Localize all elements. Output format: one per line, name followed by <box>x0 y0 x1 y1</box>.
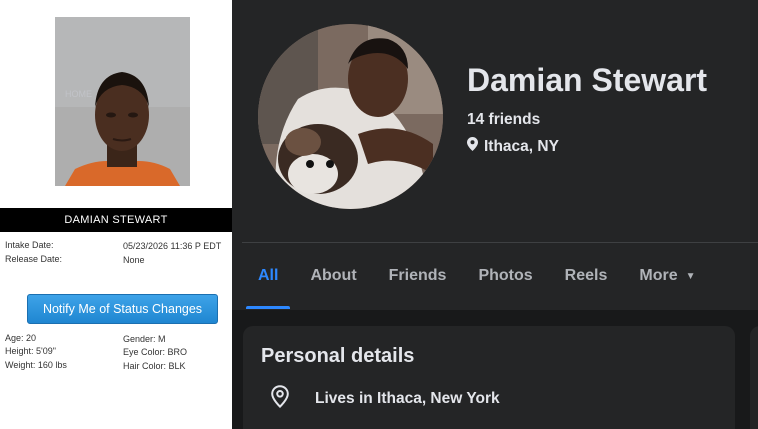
personal-details-card: Personal details Lives in Ithaca, New Yo… <box>243 326 735 429</box>
tab-all[interactable]: All <box>242 243 294 309</box>
eye-color-field: Eye Color: BRO <box>123 347 188 357</box>
profile-avatar[interactable] <box>258 24 443 209</box>
mugshot-photo: HOME <box>55 17 190 186</box>
tab-all-label: All <box>258 267 279 284</box>
tab-friends-label: Friends <box>388 267 447 284</box>
gender-field: Gender: M <box>123 334 166 344</box>
release-date-label: Release Date: <box>5 254 63 264</box>
lives-in-text[interactable]: Lives in Ithaca, New York <box>315 390 500 408</box>
svg-text:HOME: HOME <box>65 89 92 99</box>
intake-date-label: Intake Date: <box>5 240 54 250</box>
tab-about[interactable]: About <box>294 243 372 309</box>
tab-photos-label: Photos <box>478 267 533 284</box>
intake-date-value: 05/23/2026 11:36 P EDT <box>123 241 222 251</box>
personal-details-title: Personal details <box>261 345 415 367</box>
tab-more-label: More <box>639 267 678 284</box>
age-field: Age: 20 <box>5 333 37 343</box>
height-field: Height: 5'09" <box>5 346 56 356</box>
profile-name: Damian Stewart <box>467 62 708 98</box>
notify-status-changes-button[interactable]: Notify Me of Status Changes <box>27 294 218 324</box>
lives-in-row: Lives in Ithaca, New York <box>271 385 500 413</box>
tab-reels-label: Reels <box>564 267 608 284</box>
location-pin-icon <box>467 137 478 156</box>
hair-color-field: Hair Color: BLK <box>123 361 186 371</box>
adjacent-card-edge <box>750 326 758 429</box>
tab-more[interactable]: More ▼ <box>623 243 711 309</box>
caret-down-icon: ▼ <box>685 270 696 282</box>
tab-about-label: About <box>310 267 357 284</box>
location-text: Ithaca, NY <box>484 137 559 155</box>
profile-location: Ithaca, NY <box>467 137 559 156</box>
inmate-name-bar: DAMIAN STEWART <box>0 208 232 232</box>
friends-count-link[interactable]: 14 friends <box>467 111 540 129</box>
map-pin-outline-icon <box>271 385 289 413</box>
weight-field: Weight: 160 lbs <box>5 360 67 370</box>
profile-tabs: All About Friends Photos Reels More ▼ <box>242 243 712 309</box>
tab-reels[interactable]: Reels <box>549 243 624 309</box>
inmate-record-panel: HOME DAMIAN STEWART Intake Date: 05/23/2… <box>0 0 232 429</box>
tab-friends[interactable]: Friends <box>373 243 463 309</box>
tab-photos[interactable]: Photos <box>462 243 548 309</box>
social-profile-panel: Damian Stewart 14 friends Ithaca, NY All… <box>232 0 758 429</box>
release-date-value: None <box>123 255 145 265</box>
